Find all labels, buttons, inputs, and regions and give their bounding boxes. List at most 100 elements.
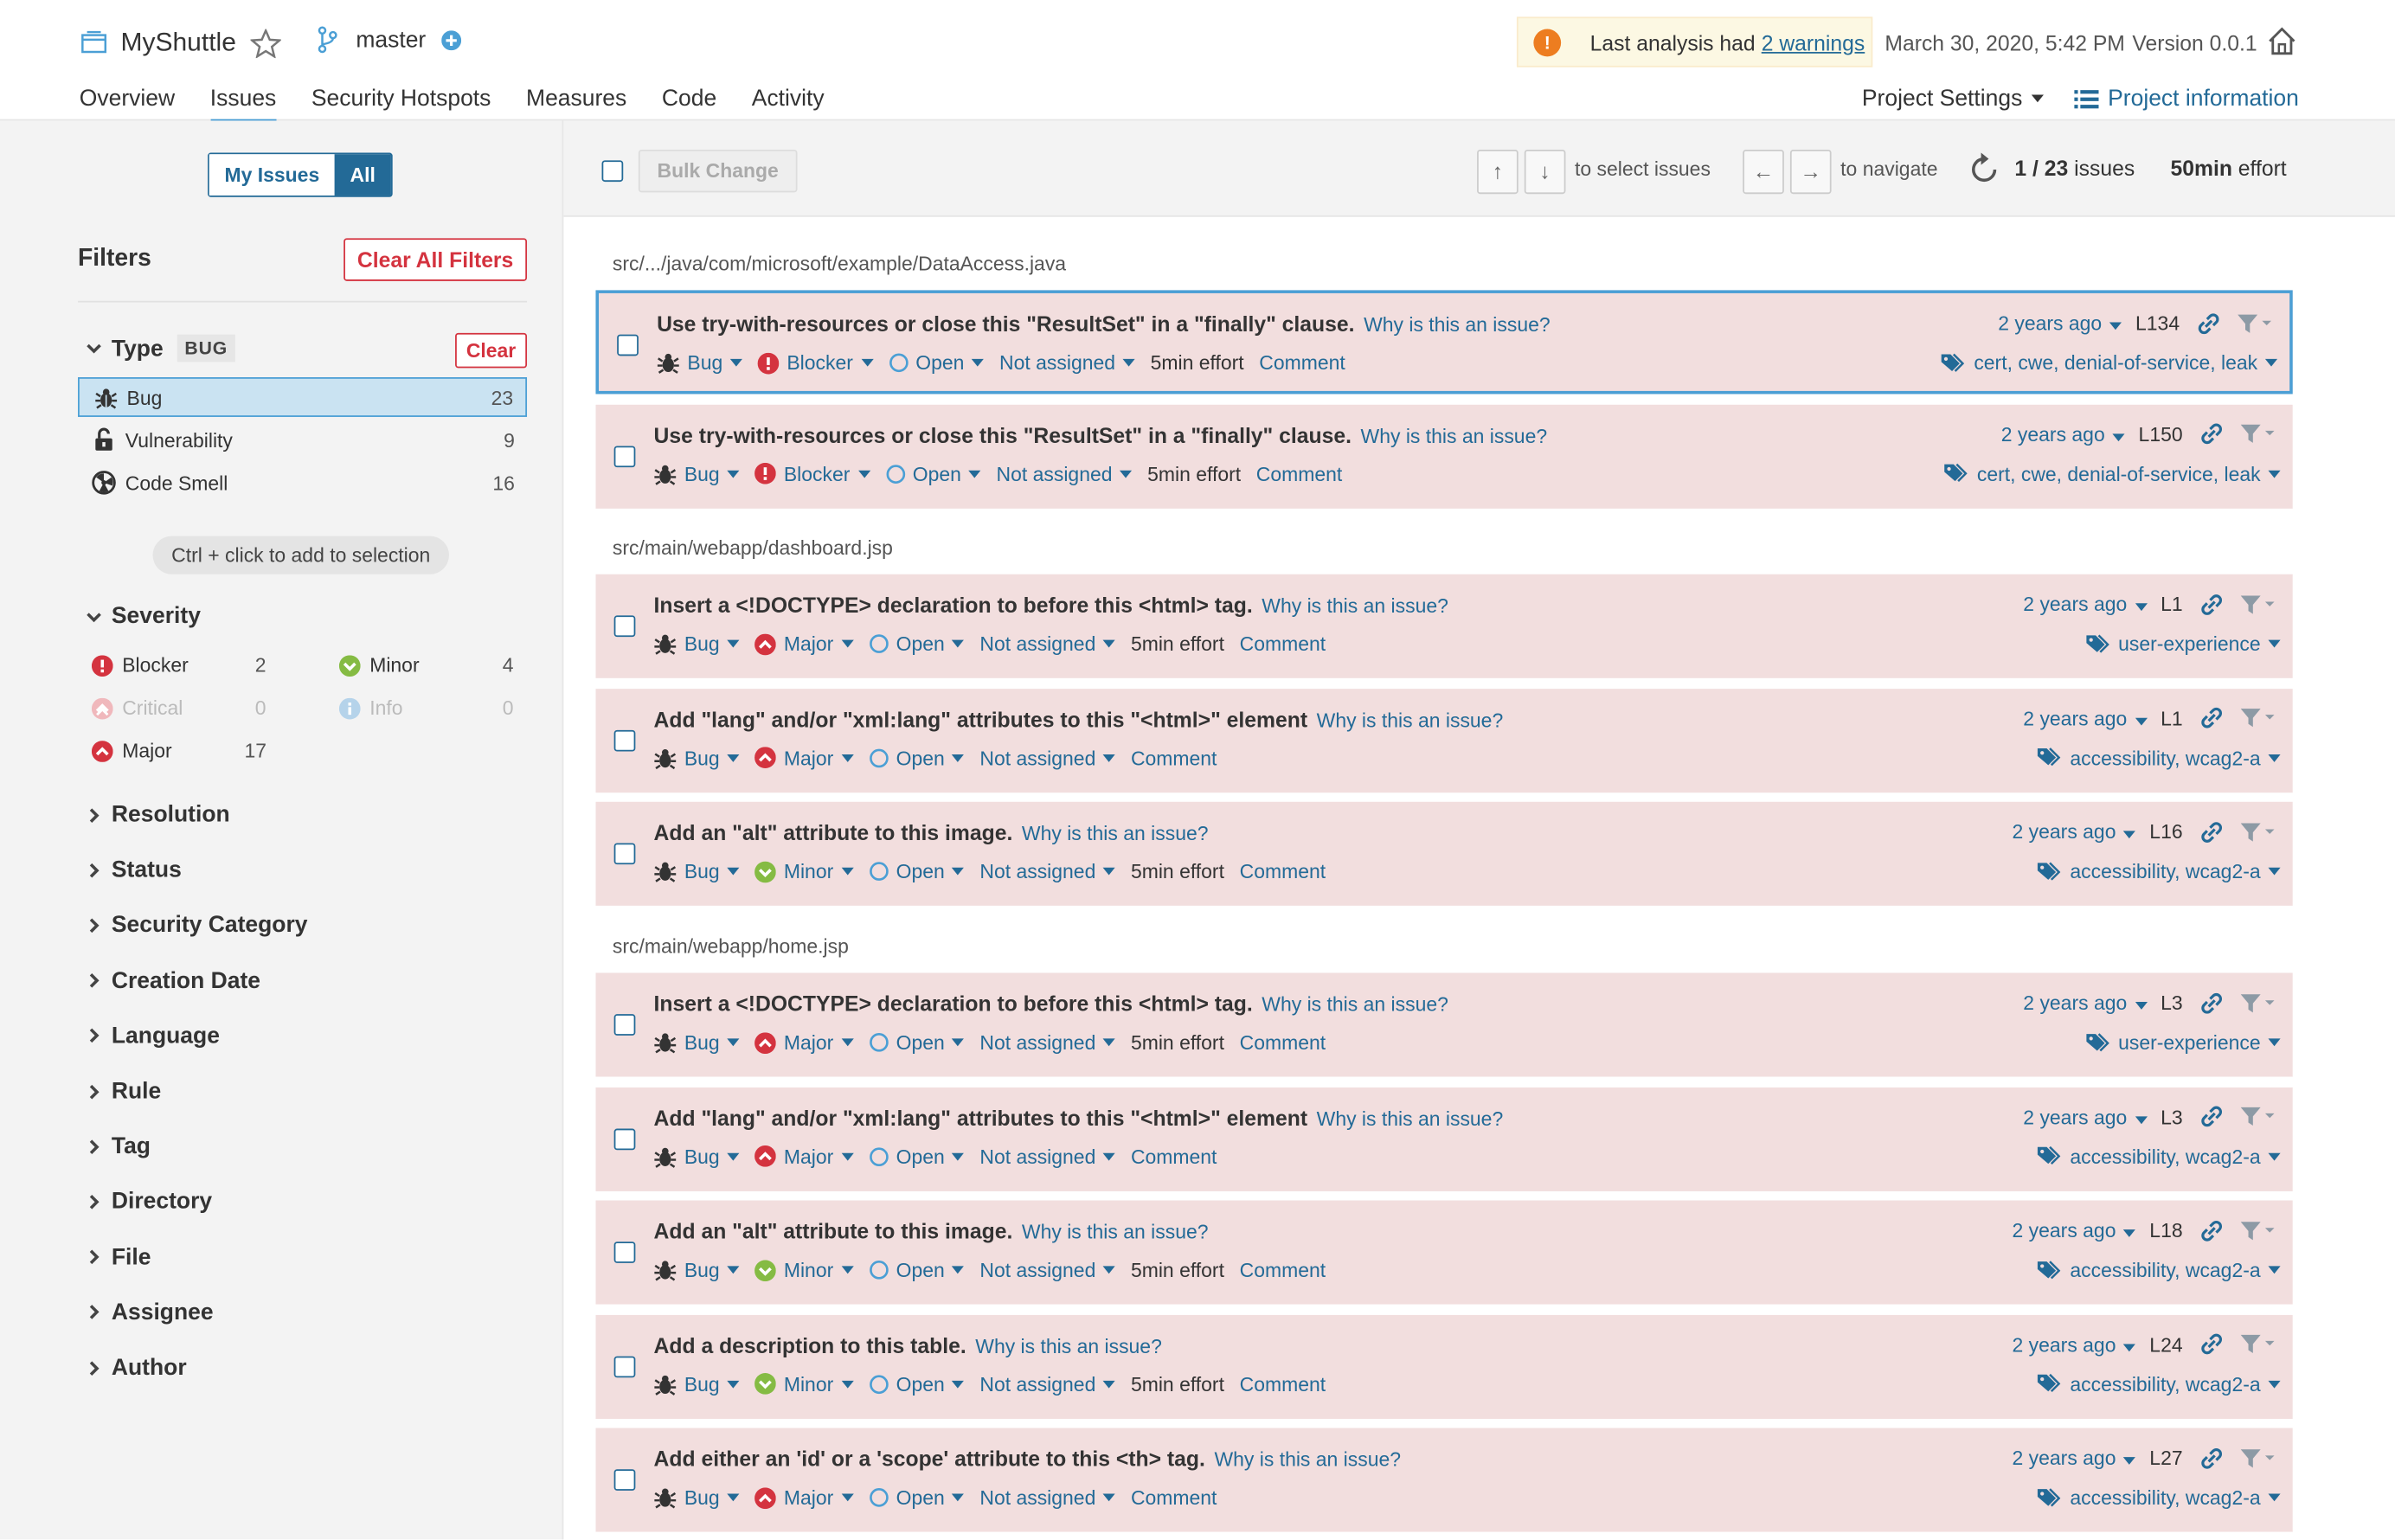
facet-security-category-header[interactable]: Security Category — [84, 913, 308, 939]
issue-tags-dropdown[interactable]: accessibility, wcag2-a — [2037, 861, 2281, 883]
issue-item[interactable]: Use try-with-resources or close this "Re… — [595, 290, 2293, 395]
navigate-left-key[interactable]: ← — [1743, 149, 1784, 195]
issue-age-dropdown[interactable]: 2 years ago — [2013, 1447, 2136, 1470]
filter-icon[interactable] — [2240, 708, 2277, 729]
issue-tags-dropdown[interactable]: accessibility, wcag2-a — [2037, 1486, 2281, 1510]
facet-file-header[interactable]: File — [84, 1244, 151, 1270]
facet-severity-info[interactable]: Info 0 — [338, 696, 514, 719]
filter-icon[interactable] — [2240, 992, 2277, 1014]
filter-icon[interactable] — [2238, 312, 2274, 334]
issue-checkbox[interactable] — [613, 729, 636, 752]
issue-message[interactable]: Add "lang" and/or "xml:lang" attributes … — [654, 1105, 1308, 1129]
permalink-icon[interactable] — [2201, 1447, 2223, 1469]
issue-severity-dropdown[interactable]: Minor — [754, 1373, 854, 1396]
tab-activity[interactable]: Activity — [752, 86, 825, 124]
issue-item[interactable]: Add "lang" and/or "xml:lang" attributes … — [595, 688, 2293, 792]
file-path[interactable]: src/.../java/com/microsoft/example/DataA… — [613, 252, 1066, 274]
reload-icon[interactable] — [1968, 152, 2001, 187]
facet-severity-header[interactable]: Severity — [84, 603, 201, 629]
permalink-icon[interactable] — [2201, 423, 2223, 445]
issue-age-dropdown[interactable]: 2 years ago — [2001, 422, 2125, 446]
issue-type-dropdown[interactable]: Bug — [654, 1486, 740, 1510]
bulk-change-button[interactable]: Bulk Change — [638, 149, 798, 193]
clear-type-button[interactable]: Clear — [455, 332, 528, 369]
issue-severity-dropdown[interactable]: Minor — [754, 861, 854, 883]
issue-checkbox[interactable] — [613, 1242, 636, 1264]
issue-assignee-dropdown[interactable]: Not assigned — [979, 1373, 1116, 1396]
why-link[interactable]: Why is this an issue? — [1317, 1107, 1504, 1129]
issue-severity-dropdown[interactable]: Major — [754, 632, 854, 656]
issue-severity-dropdown[interactable]: Major — [754, 1486, 854, 1510]
why-link[interactable]: Why is this an issue? — [1317, 709, 1504, 731]
issue-severity-dropdown[interactable]: Major — [754, 1145, 854, 1168]
issue-tags-dropdown[interactable]: accessibility, wcag2-a — [2037, 747, 2281, 769]
select-up-key[interactable]: ↑ — [1477, 149, 1519, 195]
issue-status-dropdown[interactable]: Open — [869, 632, 965, 656]
issue-type-dropdown[interactable]: Bug — [654, 1145, 740, 1168]
issue-status-dropdown[interactable]: Open — [869, 1486, 965, 1510]
permalink-icon[interactable] — [2201, 822, 2223, 844]
project-information-link[interactable]: Project information — [2074, 86, 2299, 112]
file-path[interactable]: src/main/webapp/dashboard.jsp — [613, 536, 893, 559]
issue-type-dropdown[interactable]: Bug — [654, 747, 740, 769]
project-name[interactable]: MyShuttle — [120, 28, 235, 58]
issue-status-dropdown[interactable]: Open — [889, 351, 985, 374]
facet-directory-header[interactable]: Directory — [84, 1189, 212, 1215]
issue-age-dropdown[interactable]: 2 years ago — [2023, 1105, 2148, 1128]
comment-button[interactable]: Comment — [1240, 1373, 1326, 1396]
issue-checkbox[interactable] — [613, 1356, 636, 1377]
facet-language-header[interactable]: Language — [84, 1023, 220, 1049]
why-link[interactable]: Why is this an issue? — [1262, 992, 1448, 1015]
issue-assignee-dropdown[interactable]: Not assigned — [979, 1031, 1116, 1054]
why-link[interactable]: Why is this an issue? — [1364, 313, 1551, 336]
issue-age-dropdown[interactable]: 2 years ago — [2023, 991, 2148, 1014]
comment-button[interactable]: Comment — [1240, 1031, 1326, 1054]
issue-checkbox[interactable] — [613, 1469, 636, 1492]
issue-checkbox[interactable] — [613, 1127, 636, 1150]
select-all-checkbox[interactable] — [601, 160, 624, 183]
issue-tags-dropdown[interactable]: cert, cwe, denial-of-service, leak — [1940, 351, 2278, 374]
issue-message[interactable]: Add a description to this table. — [654, 1333, 966, 1357]
issue-status-dropdown[interactable]: Open — [869, 861, 965, 883]
comment-button[interactable]: Comment — [1131, 1486, 1217, 1509]
tab-issues[interactable]: Issues — [209, 86, 277, 124]
issue-tags-dropdown[interactable]: cert, cwe, denial-of-service, leak — [1943, 462, 2281, 485]
why-link[interactable]: Why is this an issue? — [975, 1335, 1162, 1357]
permalink-icon[interactable] — [2201, 1220, 2223, 1242]
issue-item[interactable]: Insert a <!DOCTYPE> declaration to befor… — [595, 574, 2293, 679]
filter-icon[interactable] — [2240, 1447, 2277, 1469]
filter-icon[interactable] — [2240, 822, 2277, 844]
issue-assignee-dropdown[interactable]: Not assigned — [979, 1259, 1116, 1281]
issue-severity-dropdown[interactable]: Minor — [754, 1259, 854, 1281]
issue-tags-dropdown[interactable]: user-experience — [2084, 1031, 2281, 1054]
issue-status-dropdown[interactable]: Open — [869, 1031, 965, 1054]
issue-item[interactable]: Insert a <!DOCTYPE> declaration to befor… — [595, 972, 2293, 1077]
tab-overview[interactable]: Overview — [80, 86, 175, 124]
favorite-star-icon[interactable] — [249, 28, 281, 58]
issue-message[interactable]: Use try-with-resources or close this "Re… — [654, 422, 1352, 446]
facet-status-header[interactable]: Status — [84, 857, 182, 883]
issue-message[interactable]: Add either an 'id' or a 'scope' attribut… — [654, 1447, 1205, 1471]
facet-severity-blocker[interactable]: Blocker 2 — [91, 654, 266, 677]
why-link[interactable]: Why is this an issue? — [1214, 1448, 1401, 1471]
issue-age-dropdown[interactable]: 2 years ago — [2023, 707, 2148, 729]
issue-assignee-dropdown[interactable]: Not assigned — [979, 1145, 1116, 1168]
comment-button[interactable]: Comment — [1256, 462, 1342, 484]
permalink-icon[interactable] — [2201, 594, 2223, 615]
issue-message[interactable]: Add an "alt" attribute to this image. — [654, 821, 1013, 845]
comment-button[interactable]: Comment — [1131, 1145, 1217, 1167]
issue-type-dropdown[interactable]: Bug — [654, 1373, 740, 1396]
issue-type-dropdown[interactable]: Bug — [657, 351, 743, 374]
issue-severity-dropdown[interactable]: Blocker — [757, 351, 873, 374]
permalink-icon[interactable] — [2201, 992, 2223, 1014]
facet-type-vulnerability[interactable]: Vulnerability 9 — [78, 420, 527, 459]
comment-button[interactable]: Comment — [1240, 632, 1326, 655]
issue-type-dropdown[interactable]: Bug — [654, 462, 740, 485]
issue-item[interactable]: Add an "alt" attribute to this image. Why… — [595, 1200, 2293, 1305]
issue-assignee-dropdown[interactable]: Not assigned — [979, 747, 1116, 769]
tab-security-hotspots[interactable]: Security Hotspots — [311, 86, 491, 124]
filter-icon[interactable] — [2240, 1334, 2277, 1356]
file-path[interactable]: src/main/webapp/home.jsp — [613, 934, 849, 957]
filter-icon[interactable] — [2240, 1106, 2277, 1127]
issue-severity-dropdown[interactable]: Major — [754, 747, 854, 769]
